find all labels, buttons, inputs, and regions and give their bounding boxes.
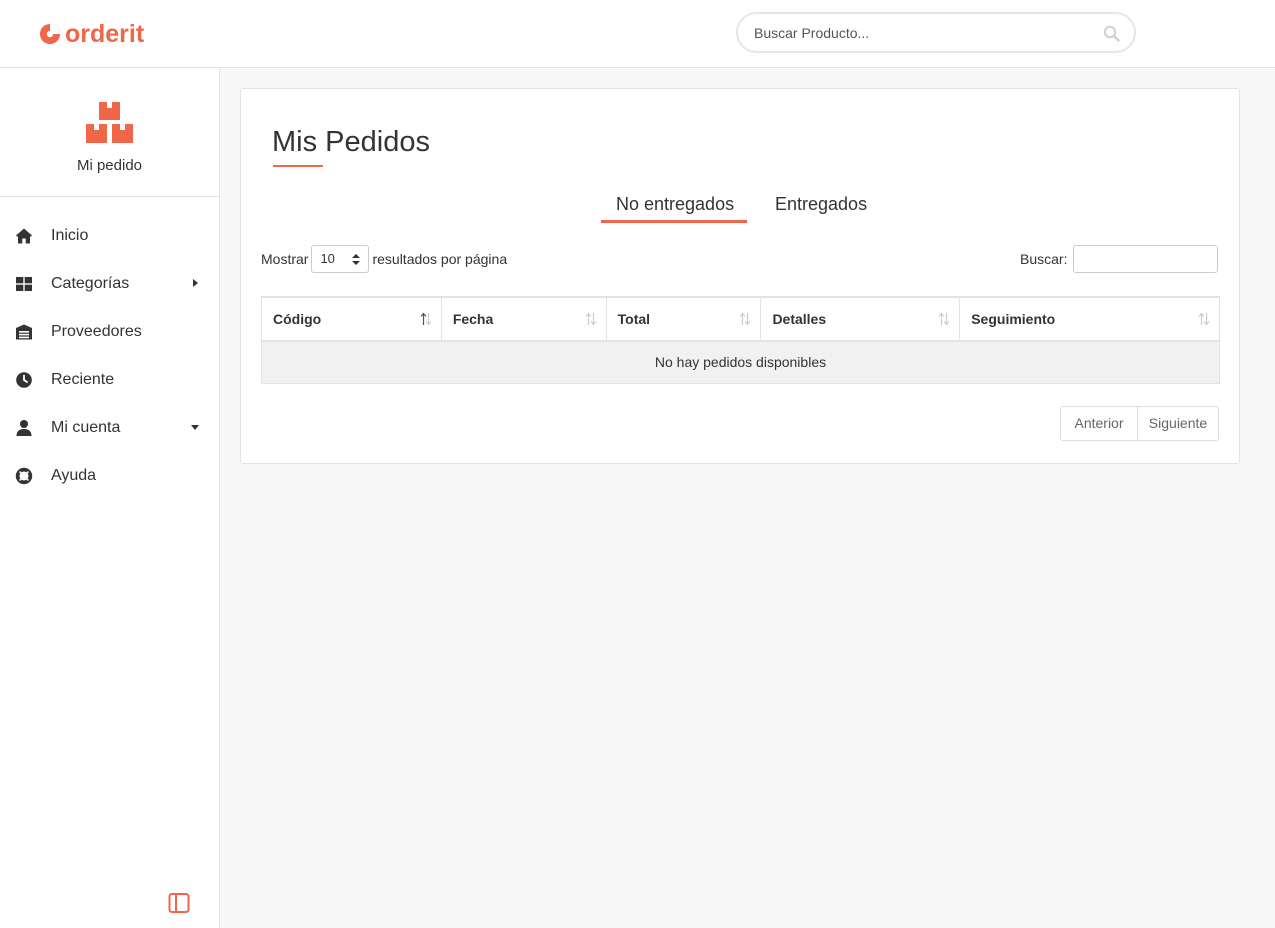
table-header-row: Código Fecha Total Detalles Seguimiento	[261, 296, 1220, 342]
sidebar-item-reciente[interactable]: Reciente	[0, 356, 219, 404]
sidebar-item-label: Ayuda	[51, 467, 97, 484]
sidebar-item-label: Categorías	[51, 275, 130, 292]
lifebuoy-icon	[15, 467, 33, 485]
sidebar-nav: Inicio Categorías Proveedores Reciente M…	[0, 212, 219, 500]
tab-no-entregados[interactable]: No entregados	[616, 193, 734, 215]
previous-page-button[interactable]: Anterior	[1060, 406, 1138, 441]
column-header-seguimiento[interactable]: Seguimiento	[959, 296, 1220, 342]
user-icon	[16, 420, 32, 436]
boxes-icon	[86, 102, 133, 143]
my-order-label: Mi pedido	[76, 157, 143, 174]
filter-label: Buscar:	[1020, 251, 1068, 267]
sidebar-item-categorias[interactable]: Categorías	[0, 260, 219, 308]
empty-table-message: No hay pedidos disponibles	[261, 340, 1220, 384]
my-order-shortcut[interactable]: Mi pedido	[0, 68, 219, 197]
column-header-detalles[interactable]: Detalles	[760, 296, 961, 342]
select-arrows-icon	[352, 254, 361, 265]
table-row: No hay pedidos disponibles	[261, 340, 1220, 384]
page-length-control: Mostrar 10 resultados por página	[261, 245, 507, 273]
table-filter: Buscar:	[1020, 245, 1219, 273]
orderit-logo-icon	[40, 24, 60, 44]
sidebar-item-label: Inicio	[51, 227, 89, 244]
sort-icon	[938, 312, 950, 326]
sort-icon	[1198, 312, 1210, 326]
column-header-fecha[interactable]: Fecha	[441, 296, 607, 342]
length-prefix-label: Mostrar	[261, 251, 309, 267]
sidebar-item-label: Mi cuenta	[51, 419, 121, 436]
brand-logo[interactable]: orderit	[39, 20, 144, 48]
pagination: Anterior Siguiente	[1060, 406, 1219, 441]
title-underline	[273, 165, 323, 167]
sort-icon	[420, 312, 432, 326]
caret-down-icon	[191, 425, 199, 430]
active-tab-indicator	[601, 220, 747, 223]
orders-table: Código Fecha Total Detalles Seguimiento …	[261, 296, 1220, 384]
home-icon	[16, 228, 32, 244]
page-title: Mis Pedidos	[272, 126, 430, 158]
sort-icon	[739, 312, 751, 326]
table-filter-input[interactable]	[1073, 245, 1219, 273]
sidebar-item-ayuda[interactable]: Ayuda	[0, 452, 219, 500]
page-length-select[interactable]: 10	[311, 245, 370, 273]
top-bar: orderit	[0, 0, 1275, 68]
orders-card: Mis Pedidos No entregados Entregados Mos…	[240, 88, 1240, 464]
column-header-codigo[interactable]: Código	[261, 296, 442, 342]
clock-icon	[16, 372, 32, 388]
sidebar-toggle-icon[interactable]	[168, 892, 190, 914]
sidebar-item-inicio[interactable]: Inicio	[0, 212, 219, 260]
brand-name: orderit	[65, 20, 145, 48]
search-icon[interactable]	[1103, 25, 1120, 42]
column-header-total[interactable]: Total	[606, 296, 762, 342]
sidebar-item-label: Proveedores	[51, 323, 142, 340]
sidebar-item-label: Reciente	[51, 371, 115, 388]
warehouse-icon	[16, 324, 32, 340]
product-search-input[interactable]	[754, 14, 1094, 51]
product-search	[736, 12, 1136, 53]
page-length-value: 10	[320, 251, 335, 266]
sort-icon	[585, 312, 597, 326]
tab-entregados[interactable]: Entregados	[775, 193, 867, 215]
caret-right-icon	[193, 279, 198, 287]
sidebar-item-proveedores[interactable]: Proveedores	[0, 308, 219, 356]
sidebar: Mi pedido Inicio Categorías Proveedores …	[0, 68, 220, 928]
grid-icon	[16, 277, 32, 291]
sidebar-item-mi-cuenta[interactable]: Mi cuenta	[0, 404, 219, 452]
length-suffix-label: resultados por página	[372, 251, 508, 267]
next-page-button[interactable]: Siguiente	[1138, 406, 1219, 441]
